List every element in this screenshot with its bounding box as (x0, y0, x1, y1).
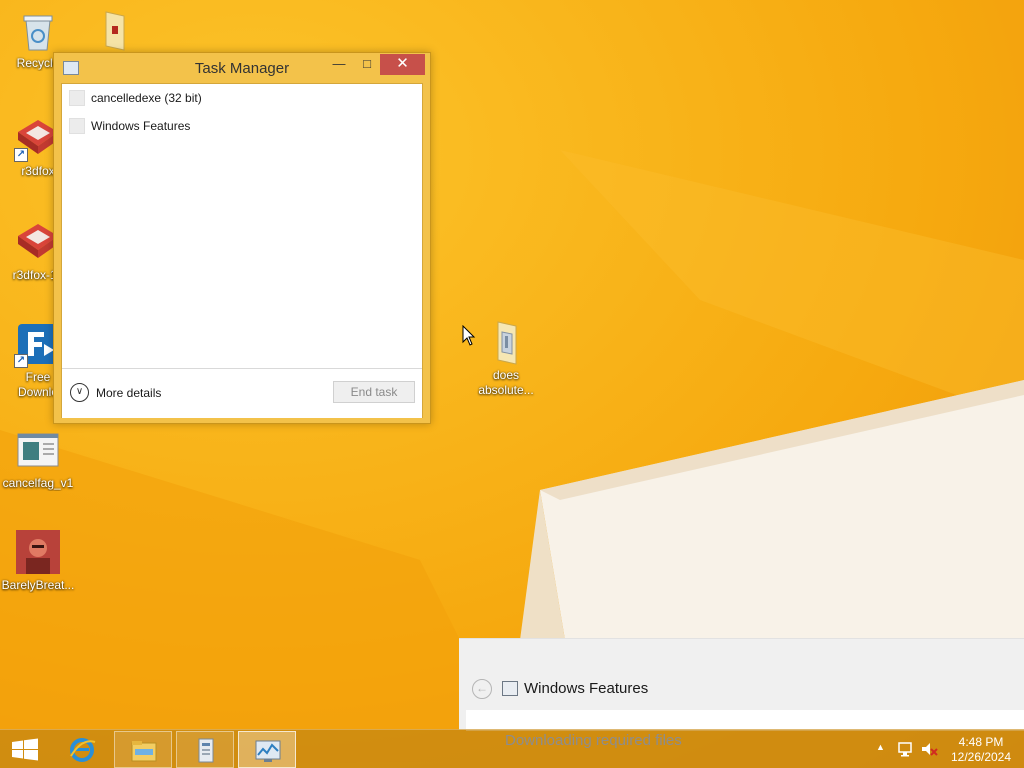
process-icon (69, 90, 85, 106)
process-row[interactable]: Windows Features (62, 113, 422, 139)
network-icon[interactable] (897, 740, 915, 758)
windows-features-icon (502, 681, 518, 696)
close-button[interactable]: ✕ (380, 54, 425, 75)
desktop-icon-label: cancelfag_v1 (2, 476, 74, 490)
file-explorer-icon (131, 741, 157, 762)
taskbar-installer[interactable] (176, 731, 234, 768)
shortcut-arrow-icon: ↗ (14, 354, 28, 368)
installer-icon (198, 738, 214, 763)
folder-icon (90, 6, 138, 54)
desktop-icon-label: does absolute... (478, 368, 534, 397)
taskbar-file-explorer[interactable] (114, 731, 172, 768)
windows-logo-icon (12, 738, 38, 761)
process-label: cancelledexe (32 bit) (91, 91, 202, 105)
more-details-label: More details (96, 386, 162, 400)
desktop-icon-barelybreat[interactable]: BarelyBreat... (0, 528, 76, 593)
minimize-button[interactable]: — (325, 54, 353, 75)
folder-icon (482, 318, 530, 366)
desktop-icon-cancelfag-v1[interactable]: cancelfag_v1 (0, 426, 76, 491)
task-manager-footer: ∨ More details End task (62, 368, 422, 418)
task-manager-window[interactable]: Task Manager — □ ✕ cancelledexe (32 bit)… (53, 52, 431, 424)
end-task-button[interactable]: End task (333, 381, 415, 403)
windows-features-content (466, 710, 1024, 731)
recycle-bin-icon (14, 6, 62, 54)
taskbar-internet-explorer[interactable] (53, 731, 111, 768)
process-list: cancelledexe (32 bit) Windows Features ∨… (61, 83, 423, 418)
chevron-down-icon: ∨ (70, 383, 89, 402)
title-bar[interactable]: Task Manager — □ ✕ (54, 53, 430, 83)
clock-time: 4:48 PM (958, 735, 1004, 749)
start-button[interactable] (0, 730, 50, 768)
process-icon (69, 118, 85, 134)
system-clock[interactable]: 4:48 PM 12/26/2024 (946, 735, 1016, 765)
download-status-text: Downloading required files (505, 732, 682, 749)
show-hidden-icons-icon[interactable]: ▲ (876, 742, 885, 752)
clock-date: 12/26/2024 (950, 750, 1012, 764)
maximize-button[interactable]: □ (353, 54, 381, 75)
process-label: Windows Features (91, 119, 191, 133)
windows-features-window[interactable]: ← Windows Features (459, 638, 1024, 731)
document-window-icon (14, 426, 62, 474)
desktop-icon-folder[interactable] (76, 6, 152, 56)
image-thumbnail-icon (14, 528, 62, 576)
mouse-cursor-icon (462, 325, 476, 346)
back-arrow-icon[interactable]: ← (472, 679, 492, 699)
volume-muted-icon[interactable] (920, 740, 938, 758)
task-manager-icon (255, 740, 281, 762)
taskbar-task-manager[interactable] (238, 731, 296, 768)
desktop-icon-does-absolute[interactable]: does absolute... (468, 318, 544, 398)
process-row[interactable]: cancelledexe (32 bit) (62, 85, 422, 111)
window-title: Windows Features (524, 680, 649, 697)
desktop-icon-label: BarelyBreat... (1, 578, 75, 592)
shortcut-arrow-icon: ↗ (14, 148, 28, 162)
internet-explorer-icon (70, 738, 96, 762)
